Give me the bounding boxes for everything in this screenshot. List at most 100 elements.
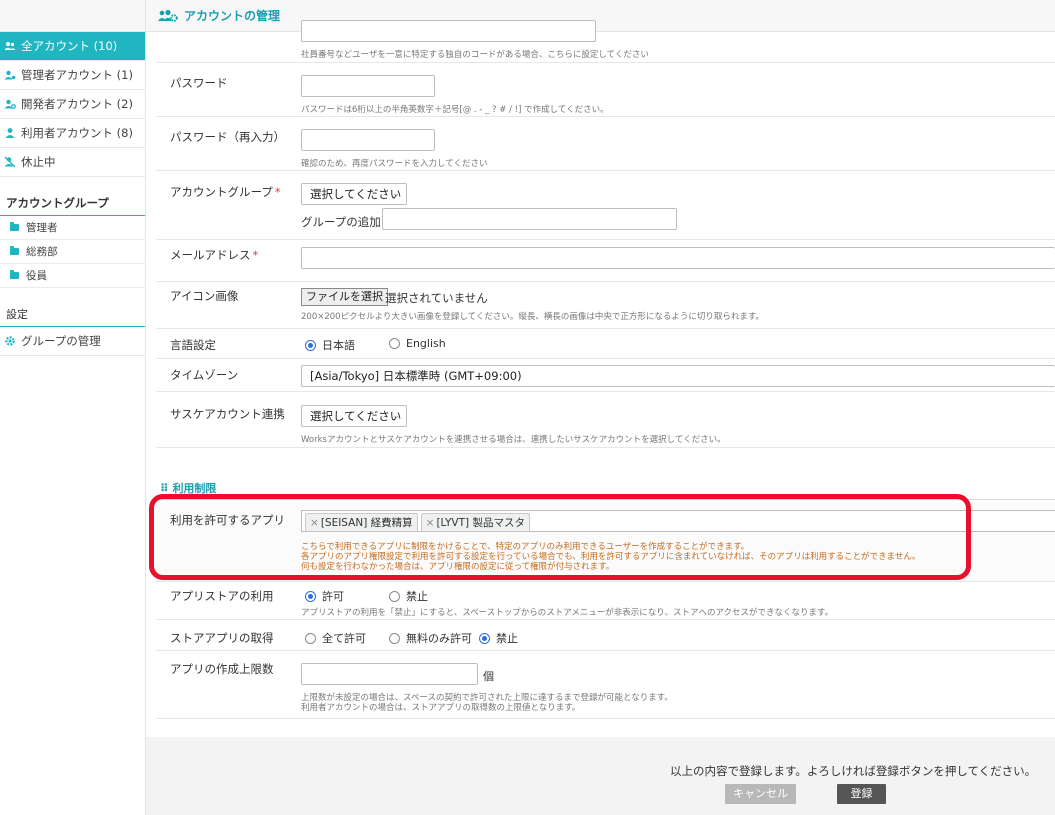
account-group-row: アカウントグループ * 選択してください ⌄ グループの追加： xyxy=(156,171,1055,240)
sidebar-item-all-accounts[interactable]: 全アカウント (10) xyxy=(0,32,145,61)
developer-user-icon xyxy=(4,99,16,109)
app-tag[interactable]: × [SEISAN] 経費精算 xyxy=(305,513,418,532)
timezone-row: タイムゾーン [Asia/Tokyo] 日本標準時 (GMT+09:00) xyxy=(156,359,1055,392)
icon-image-label: アイコン画像 xyxy=(170,289,239,303)
saske-note: Worksアカウントとサスケアカウントを連携させる場合は、連携したいサスケアカウ… xyxy=(301,435,726,445)
store-acquire-row: ストアアプリの取得 全て許可 無料のみ許可 禁止 xyxy=(156,620,1055,651)
page-title: アカウントの管理 xyxy=(184,9,281,23)
account-group-select[interactable]: 選択してください ⌄ xyxy=(301,183,407,205)
gear-icon xyxy=(5,336,15,346)
code-input[interactable] xyxy=(301,20,596,42)
sidebar-item-user-accounts[interactable]: 利用者アカウント (8) xyxy=(0,119,145,148)
app-limit-input[interactable] xyxy=(301,663,478,685)
confirm-message: 以上の内容で登録します。よろしければ登録ボタンを押してください。 xyxy=(670,764,1037,778)
users-gear-icon xyxy=(158,9,178,22)
appstore-note: アプリストアの利用を「禁止」にすると、スペーストップからのストアメニューが非表示… xyxy=(301,608,834,618)
sidebar-item-label: 休止中 xyxy=(21,155,56,169)
group-add-input[interactable] xyxy=(382,208,677,230)
restriction-section-title: ⠿ 利用制限 xyxy=(160,482,217,495)
allowed-apps-note-3: 何も設定を行わなかった場合は、アプリ権限の設定に従って権限が付与されます。 xyxy=(301,562,615,572)
code-note: 社員番号などユーザを一意に特定する独自のコードがある場合、こちらに設定してくださ… xyxy=(301,50,649,60)
app-limit-unit: 個 xyxy=(483,670,494,683)
sidebar-item-group-management[interactable]: グループの管理 xyxy=(0,327,145,356)
appstore-radio-deny[interactable]: 禁止 xyxy=(389,588,428,604)
radio-selected xyxy=(479,632,490,644)
language-label: 言語設定 xyxy=(170,338,216,352)
app-tag[interactable]: × [LYVT] 製品マスタ xyxy=(420,513,530,532)
sidebar-item-label: 管理者アカウント (1) xyxy=(21,68,133,82)
password-confirm-note: 確認のため、再度パスワードを入力してください xyxy=(301,159,488,169)
icon-image-note: 200×200ピクセルより大きい画像を登録してください。縦長、横長の画像は中央で… xyxy=(301,312,765,322)
email-row: メールアドレス * xyxy=(156,240,1055,282)
required-mark: * xyxy=(252,248,259,262)
store-acquire-radio-all[interactable]: 全て許可 xyxy=(305,630,366,646)
password-row: パスワード パスワードは6桁以上の半角英数字＋記号[@ . - _ ? # / … xyxy=(156,63,1055,117)
language-radio-english[interactable]: English xyxy=(389,337,446,350)
user-icon xyxy=(5,128,15,138)
cancel-button[interactable]: キャンセル xyxy=(725,784,796,804)
sidebar-item-label: 利用者アカウント (8) xyxy=(21,126,133,140)
radio-unselected xyxy=(305,632,316,644)
chevron-down-icon: ⌄ xyxy=(392,189,400,199)
language-radio-japanese[interactable]: 日本語 xyxy=(305,337,355,353)
password-confirm-row: パスワード（再入力） 確認のため、再度パスワードを入力してください xyxy=(156,117,1055,171)
radio-unselected xyxy=(389,338,400,349)
account-form: 社員番号などユーザを一意に特定する独自のコードがある場合、こちらに設定してくださ… xyxy=(146,20,1055,737)
store-acquire-radio-deny[interactable]: 禁止 xyxy=(479,630,518,646)
sidebar-item-label: 開発者アカウント (2) xyxy=(21,97,133,111)
users-icon xyxy=(4,42,16,50)
sidebar: 全アカウント (10) 管理者アカウント (1) 開発者アカウント (2) 利用… xyxy=(0,0,146,815)
group-item-label: 管理者 xyxy=(26,222,58,234)
appstore-label: アプリストアの利用 xyxy=(170,589,274,603)
password-input[interactable] xyxy=(301,75,435,97)
password-label: パスワード xyxy=(170,76,228,90)
saske-select[interactable]: 選択してください ⌄ xyxy=(301,405,407,427)
timezone-select[interactable]: [Asia/Tokyo] 日本標準時 (GMT+09:00) xyxy=(301,365,1055,387)
radio-unselected xyxy=(389,632,400,644)
group-item-admin[interactable]: 管理者 xyxy=(0,216,145,240)
required-mark: * xyxy=(274,185,281,199)
sidebar-item-suspended[interactable]: 休止中 xyxy=(0,148,145,177)
email-input[interactable] xyxy=(301,247,1055,269)
remove-tag-icon[interactable]: × xyxy=(426,517,435,529)
sidebar-item-developer-accounts[interactable]: 開発者アカウント (2) xyxy=(0,90,145,119)
group-item-label: 総務部 xyxy=(26,246,58,258)
sidebar-header xyxy=(0,0,145,32)
allowed-apps-row: 利用を許可するアプリ × [SEISAN] 経費精算 × [LYVT] 製品マスタ こ… xyxy=(156,502,1055,582)
suspended-user-icon xyxy=(4,156,16,168)
sidebar-item-admin-accounts[interactable]: 管理者アカウント (1) xyxy=(0,61,145,90)
appstore-row: アプリストアの利用 許可 禁止 アプリストアの利用を「禁止」にすると、スペースト… xyxy=(156,582,1055,620)
sidebar-item-label: 全アカウント (10) xyxy=(21,39,118,53)
store-acquire-label: ストアアプリの取得 xyxy=(170,631,274,645)
password-confirm-input[interactable] xyxy=(301,129,435,151)
store-acquire-radio-free[interactable]: 無料のみ許可 xyxy=(389,630,472,646)
account-group-label: アカウントグループ * xyxy=(170,185,281,199)
submit-button[interactable]: 登録 xyxy=(837,784,886,804)
email-label: メールアドレス * xyxy=(170,248,259,262)
group-item-label: 役員 xyxy=(26,270,47,282)
app-limit-row: アプリの作成上限数 個 上限数が未設定の場合は、スペースの契約で許可された上限に… xyxy=(156,651,1055,719)
file-select-button[interactable]: ファイルを選択 xyxy=(301,288,388,306)
icon-image-row: アイコン画像 ファイルを選択 選択されていません 200×200ピクセルより大き… xyxy=(156,282,1055,329)
radio-selected xyxy=(305,590,316,602)
remove-tag-icon[interactable]: × xyxy=(310,517,319,529)
saske-row: サスケアカウント連携 選択してください ⌄ Worksアカウントとサスケアカウント… xyxy=(156,392,1055,448)
section-divider xyxy=(156,499,1055,500)
group-item-executives[interactable]: 役員 xyxy=(0,264,145,288)
password-confirm-label: パスワード（再入力） xyxy=(170,130,285,144)
radio-unselected xyxy=(389,590,400,602)
group-section-title: アカウントグループ xyxy=(0,177,145,216)
settings-section-title: 設定 xyxy=(0,288,145,327)
folder-icon xyxy=(10,222,19,231)
group-item-general-affairs[interactable]: 総務部 xyxy=(0,240,145,264)
chevron-down-icon: ⌄ xyxy=(392,411,400,421)
radio-selected xyxy=(305,339,316,351)
admin-user-icon xyxy=(4,70,16,80)
allowed-apps-label: 利用を許可するアプリ xyxy=(170,513,285,527)
appstore-radio-allow[interactable]: 許可 xyxy=(305,588,344,604)
file-status: 選択されていません xyxy=(385,291,488,305)
allowed-apps-input[interactable]: × [SEISAN] 経費精算 × [LYVT] 製品マスタ xyxy=(301,510,1055,532)
grip-icon: ⠿ xyxy=(160,482,173,495)
code-row: 社員番号などユーザを一意に特定する独自のコードがある場合、こちらに設定してくださ… xyxy=(156,20,1055,63)
language-row: 言語設定 日本語 English xyxy=(156,329,1055,359)
